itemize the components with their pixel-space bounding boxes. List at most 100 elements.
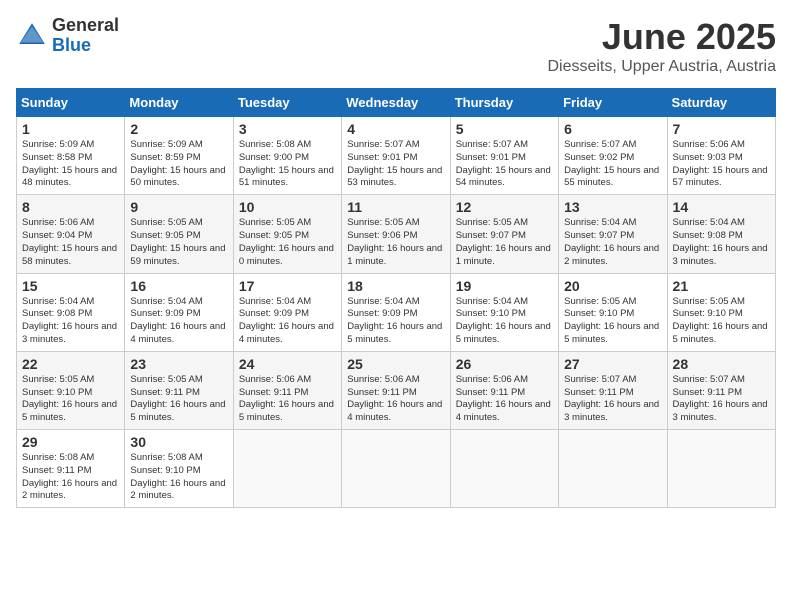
col-monday: Monday	[125, 89, 233, 117]
cell-text: Sunrise: 5:07 AMSunset: 9:11 PMDaylight:…	[564, 374, 659, 423]
table-row: 2 Sunrise: 5:09 AMSunset: 8:59 PMDaylight…	[125, 117, 233, 195]
day-number: 18	[347, 278, 444, 294]
cell-text: Sunrise: 5:06 AMSunset: 9:03 PMDaylight:…	[673, 139, 768, 188]
calendar-row: 15 Sunrise: 5:04 AMSunset: 9:08 PMDayligh…	[17, 273, 776, 351]
table-row: 29Sunrise: 5:08 AMSunset: 9:11 PMDayligh…	[17, 430, 125, 508]
cell-text: Sunrise: 5:05 AMSunset: 9:07 PMDaylight:…	[456, 217, 551, 266]
day-number: 19	[456, 278, 553, 294]
table-row: 30 Sunrise: 5:08 AMSunset: 9:10 PMDayligh…	[125, 430, 233, 508]
day-number: 11	[347, 199, 444, 215]
cell-text: Sunrise: 5:07 AMSunset: 9:11 PMDaylight:…	[673, 374, 768, 423]
day-number: 23	[130, 356, 227, 372]
table-row: 20 Sunrise: 5:05 AMSunset: 9:10 PMDayligh…	[559, 273, 667, 351]
table-row: 27 Sunrise: 5:07 AMSunset: 9:11 PMDayligh…	[559, 351, 667, 429]
cell-text: Sunrise: 5:06 AMSunset: 9:04 PMDaylight:…	[22, 217, 117, 266]
cell-text: Sunrise: 5:04 AMSunset: 9:09 PMDaylight:…	[347, 296, 442, 345]
header-row: Sunday Monday Tuesday Wednesday Thursday…	[17, 89, 776, 117]
calendar-row: 22 Sunrise: 5:05 AMSunset: 9:10 PMDayligh…	[17, 351, 776, 429]
table-row: 21Sunrise: 5:05 AMSunset: 9:10 PMDayligh…	[667, 273, 775, 351]
table-row: 25Sunrise: 5:06 AMSunset: 9:11 PMDayligh…	[342, 351, 450, 429]
day-number: 10	[239, 199, 336, 215]
cell-text: Sunrise: 5:05 AMSunset: 9:10 PMDaylight:…	[564, 296, 659, 345]
table-row: 9 Sunrise: 5:05 AMSunset: 9:05 PMDaylight…	[125, 195, 233, 273]
cell-text: Sunrise: 5:04 AMSunset: 9:10 PMDaylight:…	[456, 296, 551, 345]
cell-text: Sunrise: 5:09 AMSunset: 8:58 PMDaylight:…	[22, 139, 117, 188]
table-row	[233, 430, 341, 508]
cell-text: Sunrise: 5:06 AMSunset: 9:11 PMDaylight:…	[239, 374, 334, 423]
table-row: 16Sunrise: 5:04 AMSunset: 9:09 PMDayligh…	[125, 273, 233, 351]
table-row	[559, 430, 667, 508]
cell-text: Sunrise: 5:04 AMSunset: 9:08 PMDaylight:…	[22, 296, 117, 345]
table-row: 17 Sunrise: 5:04 AMSunset: 9:09 PMDayligh…	[233, 273, 341, 351]
calendar-row: 1 Sunrise: 5:09 AMSunset: 8:58 PMDaylight…	[17, 117, 776, 195]
day-number: 28	[673, 356, 770, 372]
title-area: June 2025 Diesseits, Upper Austria, Aust…	[547, 16, 776, 76]
logo-icon	[16, 20, 48, 52]
day-number: 27	[564, 356, 661, 372]
day-number: 4	[347, 121, 444, 137]
calendar-row: 8 Sunrise: 5:06 AMSunset: 9:04 PMDaylight…	[17, 195, 776, 273]
cell-text: Sunrise: 5:07 AMSunset: 9:01 PMDaylight:…	[456, 139, 551, 188]
cell-text: Sunrise: 5:04 AMSunset: 9:09 PMDaylight:…	[239, 296, 334, 345]
day-number: 13	[564, 199, 661, 215]
day-number: 29	[22, 434, 119, 450]
cell-text: Sunrise: 5:05 AMSunset: 9:05 PMDaylight:…	[130, 217, 225, 266]
day-number: 6	[564, 121, 661, 137]
table-row: 10 Sunrise: 5:05 AMSunset: 9:05 PMDayligh…	[233, 195, 341, 273]
calendar-title: June 2025	[547, 16, 776, 58]
day-number: 14	[673, 199, 770, 215]
day-number: 20	[564, 278, 661, 294]
table-row: 13Sunrise: 5:04 AMSunset: 9:07 PMDayligh…	[559, 195, 667, 273]
col-wednesday: Wednesday	[342, 89, 450, 117]
calendar-row: 29Sunrise: 5:08 AMSunset: 9:11 PMDayligh…	[17, 430, 776, 508]
col-sunday: Sunday	[17, 89, 125, 117]
day-number: 1	[22, 121, 119, 137]
table-row: 4Sunrise: 5:07 AMSunset: 9:01 PMDaylight…	[342, 117, 450, 195]
table-row: 24 Sunrise: 5:06 AMSunset: 9:11 PMDayligh…	[233, 351, 341, 429]
day-number: 9	[130, 199, 227, 215]
table-row	[342, 430, 450, 508]
cell-text: Sunrise: 5:05 AMSunset: 9:10 PMDaylight:…	[673, 296, 768, 345]
logo-text: General Blue	[52, 16, 119, 56]
table-row: 7 Sunrise: 5:06 AMSunset: 9:03 PMDaylight…	[667, 117, 775, 195]
table-row: 12Sunrise: 5:05 AMSunset: 9:07 PMDayligh…	[450, 195, 558, 273]
cell-text: Sunrise: 5:05 AMSunset: 9:05 PMDaylight:…	[239, 217, 334, 266]
cell-text: Sunrise: 5:04 AMSunset: 9:08 PMDaylight:…	[673, 217, 768, 266]
col-tuesday: Tuesday	[233, 89, 341, 117]
cell-text: Sunrise: 5:05 AMSunset: 9:06 PMDaylight:…	[347, 217, 442, 266]
col-saturday: Saturday	[667, 89, 775, 117]
table-row: 22 Sunrise: 5:05 AMSunset: 9:10 PMDayligh…	[17, 351, 125, 429]
cell-text: Sunrise: 5:05 AMSunset: 9:11 PMDaylight:…	[130, 374, 225, 423]
table-row: 14 Sunrise: 5:04 AMSunset: 9:08 PMDayligh…	[667, 195, 775, 273]
cell-text: Sunrise: 5:07 AMSunset: 9:02 PMDaylight:…	[564, 139, 659, 188]
table-row	[667, 430, 775, 508]
cell-text: Sunrise: 5:05 AMSunset: 9:10 PMDaylight:…	[22, 374, 117, 423]
day-number: 17	[239, 278, 336, 294]
cell-text: Sunrise: 5:09 AMSunset: 8:59 PMDaylight:…	[130, 139, 225, 188]
calendar-table: Sunday Monday Tuesday Wednesday Thursday…	[16, 88, 776, 508]
day-number: 5	[456, 121, 553, 137]
day-number: 25	[347, 356, 444, 372]
table-row: 15 Sunrise: 5:04 AMSunset: 9:08 PMDayligh…	[17, 273, 125, 351]
table-row: 6 Sunrise: 5:07 AMSunset: 9:02 PMDaylight…	[559, 117, 667, 195]
table-row: 5 Sunrise: 5:07 AMSunset: 9:01 PMDaylight…	[450, 117, 558, 195]
table-row: 3Sunrise: 5:08 AMSunset: 9:00 PMDaylight…	[233, 117, 341, 195]
cell-text: Sunrise: 5:08 AMSunset: 9:10 PMDaylight:…	[130, 452, 225, 501]
day-number: 7	[673, 121, 770, 137]
table-row: 8 Sunrise: 5:06 AMSunset: 9:04 PMDaylight…	[17, 195, 125, 273]
day-number: 15	[22, 278, 119, 294]
col-thursday: Thursday	[450, 89, 558, 117]
day-number: 24	[239, 356, 336, 372]
table-row: 28 Sunrise: 5:07 AMSunset: 9:11 PMDayligh…	[667, 351, 775, 429]
table-row: 23 Sunrise: 5:05 AMSunset: 9:11 PMDayligh…	[125, 351, 233, 429]
day-number: 26	[456, 356, 553, 372]
cell-text: Sunrise: 5:08 AMSunset: 9:00 PMDaylight:…	[239, 139, 334, 188]
calendar-subtitle: Diesseits, Upper Austria, Austria	[547, 58, 776, 76]
logo-general-text: General	[52, 16, 119, 36]
day-number: 8	[22, 199, 119, 215]
day-number: 30	[130, 434, 227, 450]
table-row: 19 Sunrise: 5:04 AMSunset: 9:10 PMDayligh…	[450, 273, 558, 351]
day-number: 22	[22, 356, 119, 372]
cell-text: Sunrise: 5:04 AMSunset: 9:09 PMDaylight:…	[130, 296, 225, 345]
day-number: 2	[130, 121, 227, 137]
